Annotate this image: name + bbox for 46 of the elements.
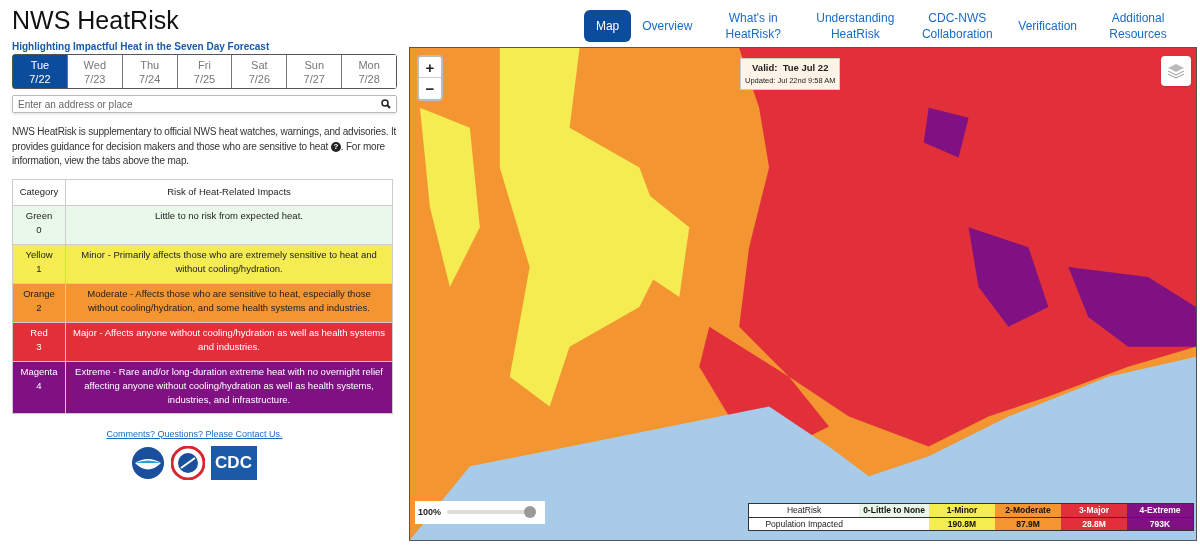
population-value: 28.8M	[1061, 517, 1127, 530]
day-tab[interactable]: Tue 7/22	[13, 55, 68, 88]
legend-row-label: Population Impacted	[749, 517, 860, 530]
layers-icon	[1167, 63, 1185, 79]
cdc-logo: CDC	[210, 446, 257, 480]
opacity-reading: 100%	[418, 505, 442, 519]
zoom-out-button[interactable]: −	[419, 78, 441, 99]
population-value: 87.9M	[995, 517, 1061, 530]
contact-link[interactable]: Comments? Questions? Please Contact Us.	[106, 427, 283, 441]
search-field[interactable]: Enter an address or place	[12, 95, 397, 113]
legend-row-label: HeatRisk	[785, 504, 823, 517]
opacity-slider[interactable]	[447, 506, 536, 519]
risk-description-cell: Extreme - Rare and/or long-duration extreme heat with no overnight relief affecting anyone without cooling/hydration as well as health systems, industries, and infrastructure.	[65, 361, 393, 413]
risk-description-cell: Major - Affects anyone without cooling/hydration as well as health systems and industries.	[65, 322, 393, 361]
layers-button[interactable]	[1161, 56, 1191, 86]
risk-description-cell: Little to no risk from expected heat.	[65, 205, 393, 244]
nav-tab[interactable]: Map	[583, 9, 632, 42]
nav-tab[interactable]: Verification	[1009, 17, 1086, 34]
category-cell: Yellow 1	[12, 244, 66, 283]
legend-level: 3-Major	[1061, 504, 1127, 517]
risk-description-cell: Minor - Primarily affects those who are extremely sensitive to heat and without cooling/hydration.	[65, 244, 393, 283]
category-cell: Red 3	[12, 322, 66, 361]
extreme-heat-area	[923, 107, 969, 158]
category-cell: Green 0	[12, 205, 66, 244]
column-header: Category	[12, 179, 66, 205]
search-icon[interactable]	[381, 99, 391, 109]
category-cell: Magenta 4	[12, 361, 66, 413]
legend-level: 1-Minor	[929, 504, 995, 517]
valid-date: Valid: Tue Jul 22	[752, 61, 829, 75]
population-value: 793K	[1127, 517, 1193, 530]
legend-level: 0-Little to None	[859, 504, 929, 517]
population-value: 190.8M	[929, 517, 995, 530]
page-subtitle: Highlighting Impactful Heat in the Seven Day Forecast	[12, 40, 270, 54]
nav-tab[interactable]: Additional Resources	[1088, 9, 1188, 42]
zoom-in-button[interactable]: +	[419, 57, 441, 78]
legend-level: 2-Moderate	[995, 504, 1061, 517]
legend-level: 4-Extreme	[1127, 504, 1193, 517]
category-cell: Orange 2	[12, 283, 66, 322]
column-header: Risk of Heat-Related Impacts	[65, 179, 393, 205]
nav-tab[interactable]: Understanding HeatRisk	[805, 9, 906, 42]
risk-description-cell: Moderate - Affects those who are sensitive to heat, especially those without cooling/hydration, and some health systems and industries.	[65, 283, 393, 322]
nav-tab[interactable]: CDC-NWS Collaboration	[907, 9, 1008, 42]
page-title: NWS HeatRisk	[12, 6, 180, 34]
nav-tab[interactable]: What's in HeatRisk?	[703, 9, 804, 42]
intro-paragraph: NWS HeatRisk is supplementary to official NWS heat watches, warnings, and advisories. It provides guidance for decision makers and those who are sensitive to heat ? . For more information, view the tabs above the map.	[12, 125, 397, 168]
nav-tab[interactable]: Overview	[633, 17, 702, 34]
